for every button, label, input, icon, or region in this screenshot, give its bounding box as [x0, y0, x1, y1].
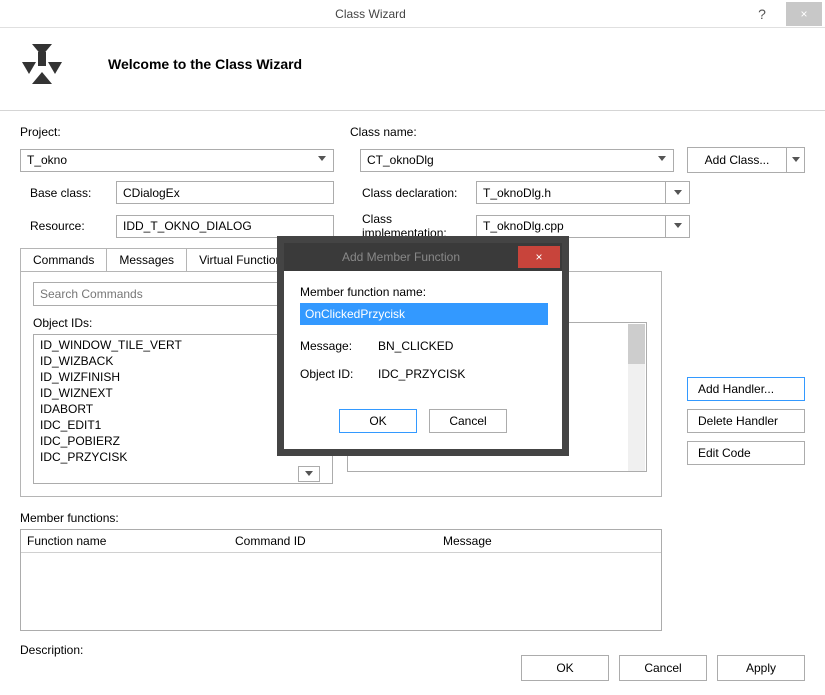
titlebar: Class Wizard ? ×	[0, 0, 825, 28]
classname-label: Class name:	[350, 125, 450, 139]
member-functions-label: Member functions:	[20, 511, 805, 525]
grid-col-message[interactable]: Message	[443, 534, 643, 548]
classimpl-dropdown-button[interactable]	[666, 215, 690, 238]
close-icon: ×	[535, 250, 542, 264]
modal-close-button[interactable]: ×	[518, 246, 560, 268]
modal-message-value: BN_CLICKED	[378, 339, 453, 353]
wizard-icon	[16, 38, 68, 90]
tab-messages[interactable]: Messages	[107, 249, 187, 271]
modal-ok-button[interactable]: OK	[339, 409, 417, 433]
help-button[interactable]: ?	[744, 2, 780, 26]
apply-button[interactable]: Apply	[717, 655, 805, 681]
add-class-button[interactable]: Add Class...	[687, 147, 787, 173]
edit-code-button[interactable]: Edit Code	[687, 441, 805, 465]
ok-button[interactable]: OK	[521, 655, 609, 681]
baseclass-label: Base class:	[20, 186, 116, 200]
resource-label: Resource:	[20, 219, 116, 233]
modal-title: Add Member Function	[284, 250, 518, 264]
wizard-welcome-title: Welcome to the Class Wizard	[108, 56, 302, 72]
classname-value: CT_oknoDlg	[367, 153, 434, 167]
delete-handler-button[interactable]: Delete Handler	[687, 409, 805, 433]
baseclass-field[interactable]: CDialogEx	[116, 181, 334, 204]
grid-header: Function name Command ID Message	[21, 530, 661, 553]
add-member-function-dialog: Add Member Function × Member function na…	[277, 236, 569, 456]
modal-cancel-button[interactable]: Cancel	[429, 409, 507, 433]
modal-titlebar: Add Member Function ×	[284, 243, 562, 271]
add-handler-button[interactable]: Add Handler...	[687, 377, 805, 401]
member-functions-grid[interactable]: Function name Command ID Message	[20, 529, 662, 631]
window-title: Class Wizard	[0, 7, 741, 21]
classimpl-field[interactable]: T_oknoDlg.cpp	[476, 215, 666, 238]
member-function-name-label: Member function name:	[300, 285, 546, 299]
modal-objectid-value: IDC_PRZYCISK	[378, 367, 465, 381]
classdecl-label: Class declaration:	[334, 186, 476, 200]
tab-commands[interactable]: Commands	[21, 249, 107, 271]
tab-strip: Commands Messages Virtual Functions	[20, 248, 302, 271]
grid-col-command-id[interactable]: Command ID	[235, 534, 443, 548]
modal-message-label: Message:	[300, 339, 378, 353]
classname-combo[interactable]: CT_oknoDlg	[360, 149, 674, 172]
modal-objectid-label: Object ID:	[300, 367, 378, 381]
resource-field[interactable]: IDD_T_OKNO_DIALOG	[116, 215, 334, 238]
chevron-down-icon	[317, 154, 327, 164]
classdecl-field[interactable]: T_oknoDlg.h	[476, 181, 666, 204]
project-value: T_okno	[27, 153, 67, 167]
project-combo[interactable]: T_okno	[20, 149, 334, 172]
cancel-button[interactable]: Cancel	[619, 655, 707, 681]
classdecl-dropdown-button[interactable]	[666, 181, 690, 204]
wizard-header: Welcome to the Class Wizard	[0, 28, 825, 111]
spin-down-icon[interactable]	[298, 466, 320, 482]
scrollbar-thumb[interactable]	[628, 324, 645, 364]
add-class-split-arrow[interactable]	[787, 147, 805, 173]
close-button[interactable]: ×	[786, 2, 822, 26]
member-function-name-input[interactable]: OnClickedPrzycisk	[300, 303, 548, 325]
project-label: Project:	[20, 125, 120, 139]
grid-col-function-name[interactable]: Function name	[27, 534, 235, 548]
chevron-down-icon	[657, 154, 667, 164]
